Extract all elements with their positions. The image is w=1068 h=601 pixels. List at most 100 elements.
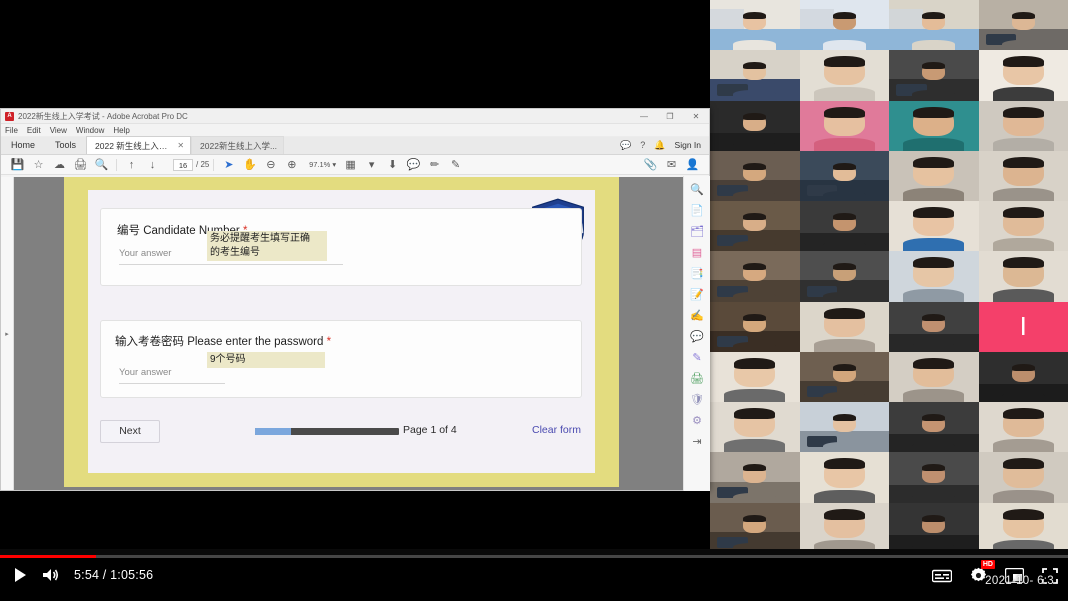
bell-icon[interactable]: 🔔 xyxy=(654,140,665,150)
participant-tile[interactable] xyxy=(710,0,800,51)
print-icon[interactable]: 🖨 xyxy=(70,155,91,175)
document-tab-inactive[interactable]: 2022新生线上入学... xyxy=(191,136,285,154)
participant-tile[interactable] xyxy=(710,402,800,453)
chevron-down-icon[interactable]: ▾ xyxy=(332,160,336,169)
participant-tile[interactable] xyxy=(799,100,889,151)
next-button[interactable]: Next xyxy=(100,419,160,443)
participant-tile[interactable] xyxy=(710,201,800,252)
select-cursor-icon[interactable]: ➤ xyxy=(218,155,239,175)
participant-tile[interactable] xyxy=(799,502,889,553)
participant-tile[interactable] xyxy=(799,301,889,352)
menu-item-window[interactable]: Window xyxy=(76,126,104,135)
next-page-icon[interactable]: ↓ xyxy=(142,155,163,175)
left-panel-rail[interactable]: ▸ xyxy=(1,177,14,490)
participant-tile[interactable] xyxy=(799,50,889,101)
save-icon[interactable]: 💾 xyxy=(7,155,28,175)
subtitles-icon[interactable] xyxy=(932,569,952,583)
participant-tile[interactable] xyxy=(978,351,1068,403)
menu-item-help[interactable]: Help xyxy=(113,126,129,135)
participant-tile[interactable] xyxy=(710,251,800,302)
participant-tile[interactable] xyxy=(978,100,1068,151)
upload-cloud-icon[interactable]: ☁ xyxy=(49,155,70,175)
help-icon[interactable]: ? xyxy=(640,140,645,150)
participant-tile[interactable] xyxy=(978,0,1068,51)
participant-tile[interactable] xyxy=(889,0,979,51)
participant-tile[interactable] xyxy=(978,150,1068,202)
participant-tile[interactable] xyxy=(889,201,979,252)
more-tools-icon[interactable]: ⚙ xyxy=(688,411,706,429)
participant-tile[interactable] xyxy=(710,452,800,503)
email-icon[interactable]: ✉ xyxy=(661,155,682,175)
participant-tile[interactable] xyxy=(889,150,979,202)
close-button[interactable]: ✕ xyxy=(683,109,709,124)
participant-tile[interactable] xyxy=(889,251,979,302)
participant-tile[interactable] xyxy=(978,251,1068,302)
close-icon[interactable]: ✕ xyxy=(177,141,184,150)
tab-tools[interactable]: Tools xyxy=(45,136,86,154)
page-number-input[interactable]: 16 xyxy=(173,158,193,171)
sign-in-button[interactable]: Sign In xyxy=(675,140,701,150)
participant-tile[interactable] xyxy=(889,301,979,352)
tab-home[interactable]: Home xyxy=(1,136,45,154)
organize-pages-icon[interactable]: ▤ xyxy=(688,243,706,261)
collapse-panel-icon[interactable]: ⇥ xyxy=(688,432,706,450)
participant-tile[interactable] xyxy=(978,502,1068,553)
participant-tile[interactable] xyxy=(889,502,979,553)
clear-form-link[interactable]: Clear form xyxy=(532,424,581,436)
maximize-button[interactable]: ❐ xyxy=(657,109,683,124)
protect-icon[interactable]: 🛡 xyxy=(688,390,706,408)
previous-page-icon[interactable]: ↑ xyxy=(121,155,142,175)
add-person-icon[interactable]: 👤 xyxy=(682,155,703,175)
participant-tile[interactable] xyxy=(710,301,800,352)
zoom-out-icon[interactable]: ⊖ xyxy=(260,155,281,175)
participant-tile[interactable] xyxy=(889,452,979,503)
expand-panel-icon[interactable]: ▸ xyxy=(5,330,9,338)
edit-pdf-icon[interactable]: 📝 xyxy=(688,285,706,303)
read-mode-icon[interactable]: ⬇ xyxy=(382,155,403,175)
menu-item-edit[interactable]: Edit xyxy=(27,126,41,135)
fit-page-icon[interactable]: ▦ xyxy=(340,155,361,175)
highlight-tool-icon[interactable]: ✏ xyxy=(424,155,445,175)
minimize-button[interactable]: — xyxy=(631,109,657,124)
menu-item-file[interactable]: File xyxy=(5,126,18,135)
participant-tile[interactable] xyxy=(799,251,889,302)
draw-tool-icon[interactable]: ✎ xyxy=(445,155,466,175)
zoom-in-icon[interactable]: ⊕ xyxy=(281,155,302,175)
fit-width-caret-icon[interactable]: ▾ xyxy=(361,155,382,175)
participant-tile[interactable] xyxy=(710,100,800,151)
participant-tile[interactable] xyxy=(799,351,889,403)
participant-tile[interactable] xyxy=(710,502,800,553)
combine-files-icon[interactable]: 🗂 xyxy=(688,222,706,240)
participant-tile[interactable] xyxy=(889,351,979,403)
participant-tile[interactable]: I xyxy=(978,301,1068,352)
attach-cloud-icon[interactable]: 📎 xyxy=(640,155,661,175)
participant-tile[interactable] xyxy=(710,50,800,101)
fill-sign-icon[interactable]: ✍ xyxy=(688,306,706,324)
participant-tile[interactable] xyxy=(889,100,979,151)
search-icon[interactable]: 🔍 xyxy=(91,155,112,175)
participant-tile[interactable] xyxy=(978,452,1068,503)
participant-tile[interactable] xyxy=(710,351,800,403)
participant-tile[interactable] xyxy=(799,201,889,252)
participant-tile[interactable] xyxy=(799,0,889,51)
participant-tile[interactable] xyxy=(889,50,979,101)
participant-tile[interactable] xyxy=(978,50,1068,101)
star-icon[interactable]: ☆ xyxy=(28,155,49,175)
participant-tile[interactable] xyxy=(799,150,889,202)
export-pdf-icon[interactable]: 📑 xyxy=(688,264,706,282)
menu-item-view[interactable]: View xyxy=(50,126,67,135)
player-scrubber[interactable] xyxy=(0,555,1068,558)
comment-rail-icon[interactable]: 💬 xyxy=(688,327,706,345)
comment-tool-icon[interactable]: 💬 xyxy=(403,155,424,175)
comment-icon[interactable]: 💬 xyxy=(620,140,631,150)
search-tool-icon[interactable]: 🔍 xyxy=(688,180,706,198)
print-production-icon[interactable]: 🖨 xyxy=(688,369,706,387)
participant-tile[interactable] xyxy=(799,402,889,453)
play-button[interactable] xyxy=(12,567,28,583)
stamp-icon[interactable]: ✎ xyxy=(688,348,706,366)
participant-tile[interactable] xyxy=(978,402,1068,453)
participant-tile[interactable] xyxy=(978,201,1068,252)
create-pdf-icon[interactable]: 📄 xyxy=(688,201,706,219)
hand-tool-icon[interactable]: ✋ xyxy=(239,155,260,175)
participant-tile[interactable] xyxy=(889,402,979,453)
